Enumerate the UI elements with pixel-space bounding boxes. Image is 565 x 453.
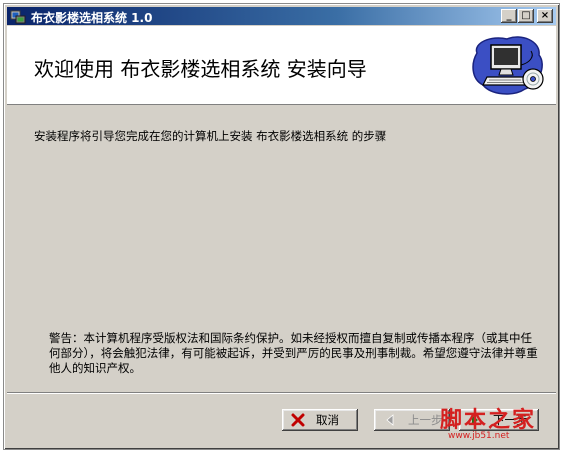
installer-app-icon — [10, 8, 26, 24]
next-button[interactable]: 下一步 — [459, 409, 539, 431]
back-arrow-icon — [382, 412, 398, 428]
copyright-warning: 警告：本计算机程序受版权法和国际条约保护。如未经授权而擅自复制或传播本程序（或其… — [49, 331, 538, 375]
close-button[interactable]: × — [537, 9, 553, 23]
footer-divider — [7, 392, 556, 394]
wizard-header: 欢迎使用 布衣影楼选相系统 安装向导 — [7, 26, 556, 105]
wizard-title: 欢迎使用 布衣影楼选相系统 安装向导 — [34, 57, 367, 81]
cancel-button[interactable]: 取消 — [282, 409, 358, 431]
intro-text: 安装程序将引导您完成在您的计算机上安装 布衣影楼选相系统 的步骤 — [34, 129, 387, 143]
window-title: 布衣影楼选相系统 1.0 — [31, 11, 153, 25]
cancel-x-icon — [290, 412, 306, 428]
maximize-button[interactable]: □ — [518, 9, 534, 23]
installer-window: 布衣影楼选相系统 1.0 _ □ × 欢迎使用 布衣影楼选相系统 安装向导 安装… — [3, 3, 560, 450]
minimize-button[interactable]: _ — [501, 9, 517, 23]
computer-disk-icon — [469, 35, 549, 99]
back-label: 上一步 — [408, 413, 443, 427]
title-bar[interactable]: 布衣影楼选相系统 1.0 _ □ × — [7, 7, 556, 25]
next-arrow-icon — [467, 412, 483, 428]
next-label: 下一步 — [493, 413, 528, 427]
cancel-label: 取消 — [316, 413, 339, 427]
back-button[interactable]: 上一步 — [374, 409, 450, 431]
